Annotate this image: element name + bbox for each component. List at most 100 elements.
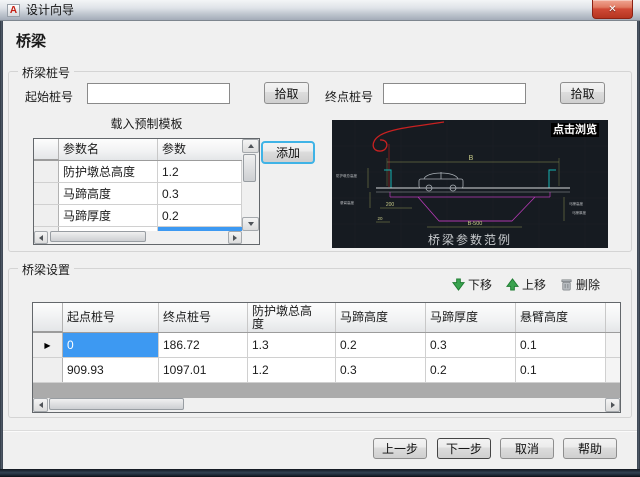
corner-header-cell[interactable] — [34, 139, 59, 160]
column-header[interactable]: 参数 — [158, 139, 242, 160]
column-header[interactable]: 悬臂高度 — [516, 303, 606, 332]
grid-empty-area — [33, 383, 620, 398]
cell[interactable]: 1.2 — [248, 358, 336, 382]
click-to-browse-label[interactable]: 点击浏览 — [551, 123, 599, 137]
dim-20-label: 20 — [377, 216, 383, 221]
column-header[interactable]: 马蹄高度 — [336, 303, 426, 332]
template-parameter-table: 参数名 参数 防护墩总高度 1.2 马蹄高度 0.3 马蹄厚度 0.2 — [33, 138, 260, 245]
cell[interactable]: 1.3 — [248, 333, 336, 357]
column-header[interactable]: 起点桩号 — [63, 303, 159, 332]
annotation-label: 马蹄高度 — [569, 201, 583, 206]
param-name-cell[interactable]: 防护墩总高度 — [59, 161, 158, 182]
column-header[interactable]: 终点桩号 — [159, 303, 248, 332]
cancel-button[interactable]: 取消 — [500, 438, 554, 459]
move-up-icon — [506, 278, 519, 291]
v-scrollbar[interactable] — [242, 139, 259, 231]
annotation-label: 防护墩总高度 — [336, 173, 357, 178]
scroll-thumb[interactable] — [50, 231, 146, 242]
cell[interactable]: 186.72 — [159, 333, 248, 357]
scroll-right-arrow[interactable] — [228, 231, 242, 244]
cell[interactable]: 0.1 — [516, 333, 606, 357]
current-row-marker-icon: ▶ — [44, 341, 50, 350]
row-header-cell[interactable] — [34, 183, 59, 204]
scroll-left-arrow[interactable] — [33, 398, 48, 412]
bridge-diagram: B 200 — [332, 120, 608, 248]
end-station-input[interactable] — [383, 83, 526, 104]
pick-start-button[interactable]: 拾取 — [264, 82, 309, 104]
move-down-label: 下移 — [468, 276, 492, 293]
scroll-up-arrow[interactable] — [242, 139, 259, 153]
cell[interactable]: 0.3 — [336, 358, 426, 382]
row-header-cell[interactable] — [34, 161, 59, 182]
scroll-down-arrow[interactable] — [242, 217, 259, 231]
bridge-preview-image[interactable]: B 200 — [332, 120, 608, 248]
previous-step-button[interactable]: 上一步 — [373, 438, 427, 459]
cell[interactable]: 1097.01 — [159, 358, 248, 382]
next-step-button[interactable]: 下一步 — [437, 438, 491, 459]
corner-header-cell[interactable] — [33, 303, 63, 332]
param-name-cell[interactable]: 马蹄厚度 — [59, 205, 158, 226]
table-row: 909.93 1097.01 1.2 0.3 0.2 0.1 — [33, 358, 620, 383]
close-icon: ✕ — [608, 4, 616, 15]
load-template-label: 载入预制模板 — [33, 115, 260, 132]
param-value-cell[interactable]: 0.3 — [158, 183, 242, 204]
station-group-title: 桥梁桩号 — [18, 64, 74, 81]
h-scrollbar[interactable] — [34, 231, 242, 244]
param-name-cell[interactable]: 马蹄高度 — [59, 183, 158, 204]
grid-toolbar: 下移 上移 删除 — [452, 276, 600, 293]
scroll-thumb[interactable] — [243, 154, 256, 182]
dim-b-label: B — [469, 155, 474, 162]
table-row: 防护墩总高度 1.2 — [34, 161, 259, 183]
h-scrollbar[interactable] — [33, 398, 620, 412]
end-station-label: 终点桩号 — [325, 88, 373, 105]
move-down-button[interactable]: 下移 — [452, 276, 492, 293]
footer-separator — [3, 430, 637, 432]
move-up-button[interactable]: 上移 — [506, 276, 546, 293]
scroll-left-arrow[interactable] — [34, 231, 48, 244]
app-icon: A — [7, 4, 20, 17]
trash-icon — [560, 278, 573, 291]
delete-button[interactable]: 删除 — [560, 276, 600, 293]
settings-group-title: 桥梁设置 — [18, 261, 74, 278]
move-down-icon — [452, 278, 465, 291]
move-up-label: 上移 — [522, 276, 546, 293]
cell[interactable]: 0.2 — [336, 333, 426, 357]
scroll-track[interactable] — [48, 398, 605, 412]
scroll-right-arrow[interactable] — [605, 398, 620, 412]
scroll-track[interactable] — [242, 153, 259, 217]
title-bar[interactable]: A 设计向导 ✕ — [0, 0, 640, 21]
preview-caption: 桥梁参数范例 — [428, 232, 512, 247]
row-header-cell[interactable] — [34, 205, 59, 226]
table-row: 马蹄高度 0.3 — [34, 183, 259, 205]
help-button[interactable]: 帮助 — [563, 438, 617, 459]
dim-200-label: 200 — [386, 202, 395, 208]
window-border-bottom — [0, 469, 640, 477]
start-station-label: 起始桩号 — [25, 88, 73, 105]
row-header-cell[interactable] — [33, 358, 63, 382]
cell[interactable]: 0.3 — [426, 333, 516, 357]
close-button[interactable]: ✕ — [592, 0, 633, 19]
param-value-cell[interactable]: 1.2 — [158, 161, 242, 182]
window-border-left — [0, 21, 3, 470]
delete-label: 删除 — [576, 276, 600, 293]
selected-cell[interactable]: 0 — [63, 333, 159, 357]
column-header[interactable]: 马蹄厚度 — [426, 303, 516, 332]
annotation-label: 悬臂高度 — [340, 200, 354, 205]
column-header[interactable]: 防护墩总高度 — [252, 305, 316, 331]
column-header[interactable]: 参数名 — [59, 139, 158, 160]
window-title: 设计向导 — [26, 0, 74, 21]
design-wizard-dialog: A 设计向导 ✕ 桥梁 桥梁桩号 起始桩号 拾取 终点桩号 拾取 载入预制模板 … — [0, 0, 640, 477]
cell[interactable]: 0.1 — [516, 358, 606, 382]
add-button[interactable]: 添加 — [261, 141, 315, 164]
cell[interactable]: 0.2 — [426, 358, 516, 382]
scroll-thumb[interactable] — [49, 398, 184, 410]
table-row: ▶ 0 186.72 1.3 0.2 0.3 0.1 — [33, 333, 620, 358]
param-value-cell[interactable]: 0.2 — [158, 205, 242, 226]
start-station-input[interactable] — [87, 83, 230, 104]
dim-b500-label: B-500 — [468, 221, 483, 227]
pick-end-button[interactable]: 拾取 — [560, 82, 605, 104]
bridge-settings-table: 起点桩号 终点桩号 防护墩总高度 马蹄高度 马蹄厚度 悬臂高度 ▶ 0 186.… — [32, 302, 621, 413]
current-row-header[interactable]: ▶ — [33, 333, 63, 357]
cell[interactable]: 909.93 — [63, 358, 159, 382]
scroll-track[interactable] — [48, 231, 228, 244]
